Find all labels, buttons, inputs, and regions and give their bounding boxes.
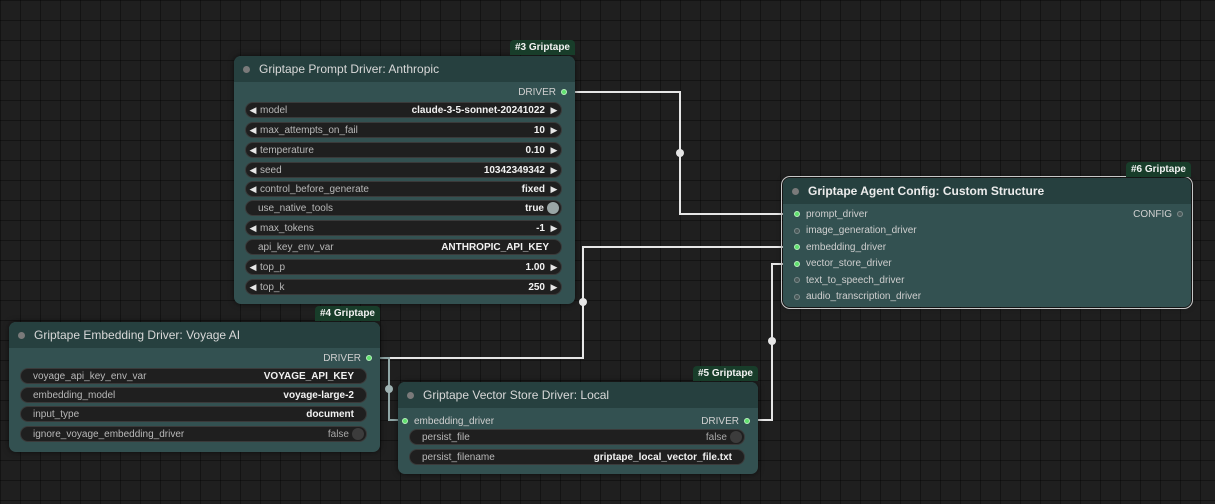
input-slot-text-to-speech-driver[interactable]: text_to_speech_driver — [786, 272, 1191, 289]
link-midpoint[interactable] — [768, 337, 776, 345]
slot-label: embedding_driver — [414, 415, 495, 427]
input-slot-vector-store-driver[interactable]: vector_store_driver — [786, 256, 1191, 273]
node-title-bar[interactable]: Griptape Vector Store Driver: Local — [398, 382, 758, 408]
output-slot-driver[interactable]: DRIVER — [234, 84, 575, 100]
collapse-dot-icon[interactable] — [243, 65, 250, 73]
slot-label: DRIVER — [701, 415, 739, 427]
slot-label: DRIVER — [518, 86, 556, 98]
decrement-arrow-icon[interactable]: ◀ — [246, 165, 260, 176]
slot-connector-icon[interactable] — [794, 293, 800, 300]
node-title: Griptape Prompt Driver: Anthropic — [259, 62, 440, 76]
slot-connector-icon[interactable] — [561, 89, 567, 95]
node-vector-store-driver-local[interactable]: #5 Griptape Griptape Vector Store Driver… — [398, 366, 758, 474]
node-badge: #3 Griptape — [509, 40, 575, 55]
slot-connector-icon[interactable] — [794, 277, 800, 284]
slot-connector-icon[interactable] — [794, 260, 800, 267]
link-midpoint[interactable] — [676, 149, 684, 157]
widget-top-k[interactable]: ◀ top_k 250 ▶ — [245, 279, 562, 295]
output-slot-driver[interactable]: DRIVER — [701, 413, 758, 429]
collapse-dot-icon[interactable] — [18, 331, 25, 339]
decrement-arrow-icon[interactable]: ◀ — [246, 184, 260, 195]
decrement-arrow-icon[interactable]: ◀ — [246, 262, 260, 273]
slot-label: prompt_driver — [806, 208, 868, 220]
toggle-knob-icon[interactable] — [547, 202, 559, 214]
decrement-arrow-icon[interactable]: ◀ — [246, 105, 260, 116]
output-slot-driver[interactable]: DRIVER — [9, 350, 380, 366]
slot-connector-icon[interactable] — [744, 418, 750, 424]
node-badge: #4 Griptape — [314, 306, 380, 321]
node-badge: #6 Griptape — [1125, 162, 1191, 177]
increment-arrow-icon[interactable]: ▶ — [547, 165, 561, 176]
increment-arrow-icon[interactable]: ▶ — [547, 125, 561, 136]
increment-arrow-icon[interactable]: ▶ — [547, 184, 561, 195]
node-title: Griptape Agent Config: Custom Structure — [808, 184, 1045, 198]
decrement-arrow-icon[interactable]: ◀ — [246, 145, 260, 156]
collapse-dot-icon[interactable] — [407, 391, 414, 399]
slot-label: image_generation_driver — [806, 225, 917, 237]
node-title: Griptape Vector Store Driver: Local — [423, 388, 610, 402]
link-midpoint[interactable] — [579, 298, 587, 306]
node-title-bar[interactable]: Griptape Agent Config: Custom Structure — [783, 178, 1191, 204]
widget-seed[interactable]: ◀ seed 10342349342 ▶ — [245, 162, 562, 178]
node-title-bar[interactable]: Griptape Prompt Driver: Anthropic — [234, 56, 575, 82]
node-embedding-driver-voyage[interactable]: #4 Griptape Griptape Embedding Driver: V… — [9, 306, 380, 452]
collapse-dot-icon[interactable] — [792, 187, 799, 195]
increment-arrow-icon[interactable]: ▶ — [547, 223, 561, 234]
increment-arrow-icon[interactable]: ▶ — [547, 105, 561, 116]
widget-input-type[interactable]: input_type document — [20, 406, 367, 422]
slot-label: DRIVER — [323, 352, 361, 364]
widget-control-before-generate[interactable]: ◀ control_before_generate fixed ▶ — [245, 181, 562, 197]
node-title-bar[interactable]: Griptape Embedding Driver: Voyage AI — [9, 322, 380, 348]
widget-persist-file[interactable]: persist_file false — [409, 429, 745, 445]
toggle-knob-icon[interactable] — [352, 428, 364, 440]
node-badge: #5 Griptape — [692, 366, 758, 381]
input-slot-embedding-driver[interactable]: embedding_driver — [786, 239, 1191, 256]
node-title: Griptape Embedding Driver: Voyage AI — [34, 328, 241, 342]
input-slot-image-generation-driver[interactable]: image_generation_driver — [786, 223, 1191, 240]
widget-max-tokens[interactable]: ◀ max_tokens -1 ▶ — [245, 220, 562, 236]
slot-connector-icon[interactable] — [794, 211, 800, 218]
input-slot-audio-transcription-driver[interactable]: audio_transcription_driver — [786, 289, 1191, 306]
slot-label: text_to_speech_driver — [806, 274, 905, 286]
slot-connector-icon[interactable] — [366, 355, 372, 361]
widget-api-key-env-var[interactable]: api_key_env_var ANTHROPIC_API_KEY — [245, 239, 562, 255]
increment-arrow-icon[interactable]: ▶ — [547, 262, 561, 273]
slot-connector-icon[interactable] — [794, 244, 800, 251]
slot-label: vector_store_driver — [806, 258, 892, 270]
toggle-knob-icon[interactable] — [730, 431, 742, 443]
increment-arrow-icon[interactable]: ▶ — [547, 145, 561, 156]
slot-label: audio_transcription_driver — [806, 291, 922, 303]
node-prompt-driver-anthropic[interactable]: #3 Griptape Griptape Prompt Driver: Anth… — [234, 40, 575, 304]
widget-top-p[interactable]: ◀ top_p 1.00 ▶ — [245, 259, 562, 275]
link-midpoint[interactable] — [385, 385, 393, 393]
widget-max-attempts[interactable]: ◀ max_attempts_on_fail 10 ▶ — [245, 122, 562, 138]
slot-label: embedding_driver — [806, 241, 887, 253]
widget-ignore-voyage-embedding-driver[interactable]: ignore_voyage_embedding_driver false — [20, 426, 367, 442]
link-prompt-to-agent[interactable] — [566, 91, 794, 215]
node-agent-config-custom-structure[interactable]: #6 Griptape Griptape Agent Config: Custo… — [781, 162, 1193, 309]
decrement-arrow-icon[interactable]: ◀ — [246, 223, 260, 234]
widget-use-native-tools[interactable]: use_native_tools true — [245, 200, 562, 216]
slot-connector-icon[interactable] — [794, 227, 800, 234]
widget-embedding-model[interactable]: embedding_model voyage-large-2 — [20, 387, 367, 403]
input-slot-prompt-driver[interactable]: prompt_driver — [786, 206, 1191, 223]
slot-connector-icon[interactable] — [402, 418, 408, 424]
increment-arrow-icon[interactable]: ▶ — [547, 282, 561, 293]
decrement-arrow-icon[interactable]: ◀ — [246, 125, 260, 136]
decrement-arrow-icon[interactable]: ◀ — [246, 282, 260, 293]
widget-persist-filename[interactable]: persist_filename griptape_local_vector_f… — [409, 449, 745, 465]
widget-voyage-api-key-env-var[interactable]: voyage_api_key_env_var VOYAGE_API_KEY — [20, 368, 367, 384]
widget-model[interactable]: ◀ model claude-3-5-sonnet-20241022 ▶ — [245, 102, 562, 118]
widget-temperature[interactable]: ◀ temperature 0.10 ▶ — [245, 142, 562, 158]
